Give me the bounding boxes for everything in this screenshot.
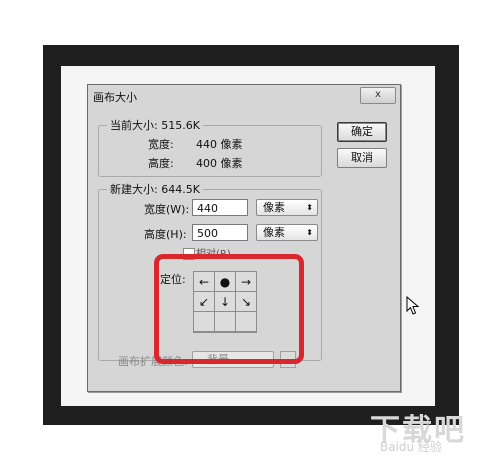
dialog-title: 画布大小 — [93, 91, 137, 104]
width-input[interactable]: 440 — [192, 199, 248, 216]
current-height-label: 高度: — [148, 157, 174, 170]
height-unit-select[interactable]: 像素 ⬍ — [256, 224, 318, 241]
height-input[interactable]: 500 — [192, 224, 248, 241]
width-unit-select[interactable]: 像素 ⬍ — [256, 199, 318, 216]
current-size-legend: 当前大小: 515.6K — [110, 119, 200, 132]
width-unit-value: 像素 — [263, 201, 285, 214]
close-button[interactable]: x — [360, 87, 396, 104]
new-size-legend: 新建大小: 644.5K — [110, 183, 200, 196]
current-height-value: 400 像素 — [196, 157, 243, 170]
ok-button[interactable]: 确定 — [337, 122, 387, 142]
new-height-label: 高度(H): — [144, 228, 187, 241]
spinner-icon: ⬍ — [306, 203, 313, 212]
anchor-highlight-annotation — [154, 254, 304, 364]
cancel-button[interactable]: 取消 — [337, 148, 387, 168]
spinner-icon: ⬍ — [306, 228, 313, 237]
current-width-label: 宽度: — [148, 138, 174, 151]
mouse-cursor-icon — [406, 296, 420, 315]
height-unit-value: 像素 — [263, 226, 285, 239]
current-width-value: 440 像素 — [196, 138, 243, 151]
watermark-sub: Baidu 经验 — [380, 440, 442, 454]
new-width-label: 宽度(W): — [144, 203, 190, 216]
